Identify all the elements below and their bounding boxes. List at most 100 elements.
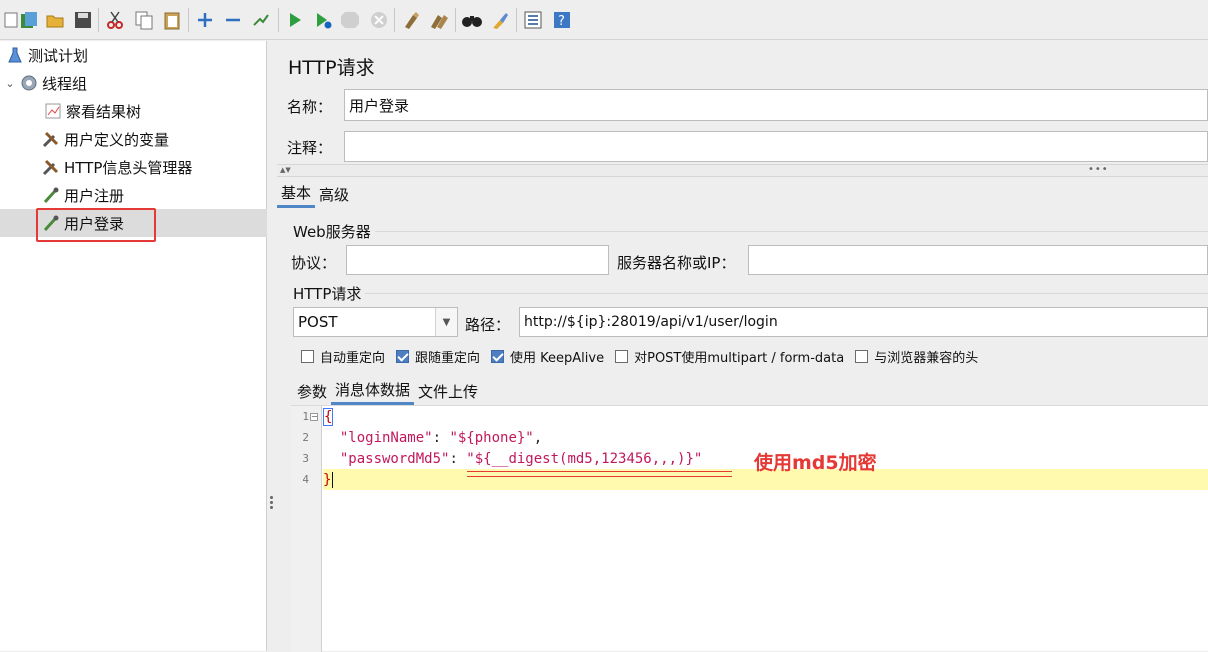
- page-title: HTTP请求: [288, 57, 375, 79]
- open-icon[interactable]: [44, 9, 66, 31]
- request-options: 自动重定向 跟随重定向 使用 KeepAlive 对POST使用multipar…: [301, 347, 989, 366]
- server-name-input[interactable]: [748, 245, 1208, 275]
- method-value: POST: [298, 313, 338, 331]
- copy-icon[interactable]: [133, 9, 155, 31]
- function-helper-icon[interactable]: [522, 9, 544, 31]
- path-label: 路径：: [465, 316, 511, 334]
- shutdown-icon[interactable]: [368, 9, 390, 31]
- start-icon[interactable]: [284, 9, 306, 31]
- path-value: http://${ip}:28019/api/v1/user/login: [524, 314, 778, 330]
- toolbar-separator: [98, 8, 99, 32]
- follow-redirect-checkbox[interactable]: 跟随重定向: [396, 347, 480, 366]
- tab-body-data[interactable]: 消息体数据: [331, 377, 415, 405]
- cut-icon[interactable]: [104, 9, 126, 31]
- json-value: "${__digest(md5,123456,,,)}": [466, 450, 703, 467]
- tree-item-label: HTTP信息头管理器: [64, 158, 193, 177]
- multipart-checkbox[interactable]: 对POST使用multipart / form-data: [615, 347, 844, 366]
- code-line-1: {: [323, 406, 1208, 427]
- wrench-icon: [42, 130, 60, 148]
- tree-item-user-defined-variables[interactable]: 用户定义的变量: [0, 125, 267, 153]
- chevron-down-icon[interactable]: ▼: [435, 308, 457, 336]
- line-number: 3: [302, 452, 309, 465]
- tab-parameters[interactable]: 参数: [293, 377, 331, 405]
- test-plan-tree: 测试计划 ⌄ 线程组 察看结果树 用户定义的变量 HTTP信息头管理器 用户注册…: [0, 41, 267, 651]
- search-icon[interactable]: [461, 9, 483, 31]
- stop-icon[interactable]: [339, 9, 361, 31]
- name-label: 名称：: [287, 98, 333, 116]
- checkbox-box[interactable]: [855, 350, 869, 363]
- tree-item-view-results-tree[interactable]: 察看结果树: [0, 97, 267, 125]
- json-key: "loginName": [339, 429, 433, 446]
- collapse-arrows-icon[interactable]: ▲▼: [280, 166, 291, 174]
- tab-basic[interactable]: 基本: [277, 180, 316, 208]
- text-cursor: [332, 471, 334, 488]
- tree-item-label: 用户注册: [64, 186, 125, 205]
- tree-item-label: 测试计划: [28, 46, 89, 65]
- toolbar: ?: [0, 0, 1208, 40]
- chart-icon: [44, 102, 62, 120]
- start-no-pause-icon[interactable]: [312, 9, 334, 31]
- protocol-input[interactable]: [346, 245, 609, 275]
- browser-headers-checkbox[interactable]: 与浏览器兼容的头: [855, 347, 978, 366]
- name-input[interactable]: 用户登录: [344, 89, 1208, 121]
- fold-toggle-icon[interactable]: −: [310, 413, 318, 421]
- clear-all-icon[interactable]: [428, 9, 450, 31]
- code-line-2: "loginName": "${phone}",: [339, 429, 543, 446]
- toolbar-separator: [516, 8, 517, 32]
- toggle-icon[interactable]: [250, 9, 272, 31]
- tree-item-label: 线程组: [42, 74, 88, 93]
- expand-icon[interactable]: [194, 9, 216, 31]
- reset-search-icon[interactable]: [489, 9, 511, 31]
- pane-splitter[interactable]: [268, 41, 276, 651]
- templates-icon[interactable]: [18, 9, 40, 31]
- line-number: 2: [302, 431, 309, 444]
- annotation-text: 使用md5加密: [754, 452, 877, 474]
- tree-item-test-plan[interactable]: 测试计划: [0, 41, 267, 69]
- drag-handle-icon[interactable]: •••: [1088, 165, 1109, 175]
- chevron-down-icon[interactable]: ⌄: [4, 77, 16, 90]
- group-border: [375, 231, 1208, 232]
- comment-label: 注释：: [287, 139, 333, 157]
- method-select[interactable]: POST ▼: [293, 307, 458, 337]
- collapse-icon[interactable]: [222, 9, 244, 31]
- checkbox-box-checked[interactable]: [396, 350, 410, 363]
- tree-item-user-register[interactable]: 用户注册: [0, 181, 267, 209]
- save-icon[interactable]: [72, 9, 94, 31]
- tab-file-upload[interactable]: 文件上传: [414, 377, 482, 405]
- checkbox-box-checked[interactable]: [491, 350, 505, 363]
- auto-redirect-checkbox[interactable]: 自动重定向: [301, 347, 385, 366]
- comment-input[interactable]: [344, 131, 1208, 162]
- splitter-grip-icon[interactable]: [270, 496, 273, 511]
- annotation-underline: [467, 471, 732, 477]
- checkbox-box[interactable]: [301, 350, 314, 363]
- web-server-group-title: Web服务器: [293, 221, 375, 242]
- toolbar-separator: [455, 8, 456, 32]
- line-number: 4: [302, 473, 309, 486]
- group-border: [363, 293, 1208, 294]
- server-name-label: 服务器名称或IP：: [617, 254, 736, 272]
- tab-advanced[interactable]: 高级: [315, 180, 353, 208]
- wrench-icon: [42, 158, 60, 176]
- keepalive-checkbox[interactable]: 使用 KeepAlive: [491, 347, 604, 366]
- body-tabs: 参数 消息体数据 文件上传: [293, 377, 482, 405]
- tree-item-http-header-manager[interactable]: HTTP信息头管理器: [0, 153, 267, 181]
- config-tabs: 基本 高级: [277, 180, 353, 208]
- body-data-editor[interactable]: 1 − 2 3 4 { "loginName": "${phone}", "pa…: [291, 405, 1208, 652]
- clear-icon[interactable]: [400, 9, 422, 31]
- open-brace: {: [323, 407, 334, 426]
- line-number: 1: [302, 410, 309, 423]
- path-input[interactable]: http://${ip}:28019/api/v1/user/login: [519, 307, 1208, 337]
- http-request-panel: HTTP请求 名称： 用户登录 注释： ▲▼ ••• 基本 高级 Web服务器 …: [277, 41, 1208, 652]
- tree-item-thread-group[interactable]: ⌄ 线程组: [0, 69, 267, 97]
- help-icon[interactable]: ?: [551, 9, 573, 31]
- json-value: "${phone}": [449, 429, 534, 446]
- http-request-group-title: HTTP请求: [293, 283, 366, 304]
- flask-icon: [6, 46, 24, 64]
- tree-item-label: 用户定义的变量: [64, 130, 170, 149]
- toolbar-separator: [278, 8, 279, 32]
- checkbox-box[interactable]: [615, 350, 629, 363]
- section-divider[interactable]: ▲▼ •••: [277, 164, 1208, 177]
- paste-icon[interactable]: [161, 9, 183, 31]
- json-key: "passwordMd5": [339, 450, 450, 467]
- close-brace: }: [323, 471, 332, 488]
